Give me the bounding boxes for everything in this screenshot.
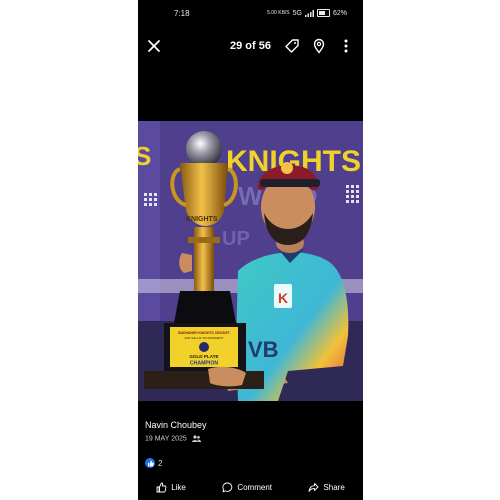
battery-icon (316, 9, 330, 17)
trophy-ball (186, 131, 222, 167)
more-options-button[interactable] (340, 38, 352, 54)
tag-button[interactable] (284, 38, 300, 54)
like-label: Like (171, 482, 186, 492)
trophy-plinth (144, 371, 264, 389)
tag-icon (285, 39, 299, 53)
share-button[interactable]: Share (308, 478, 345, 496)
cap-logo (281, 162, 293, 174)
comment-icon (222, 482, 233, 492)
thumbs-up-icon (156, 482, 167, 492)
like-count: 2 (158, 458, 163, 468)
jersey-badge-mark: K (278, 290, 288, 306)
post-actions: Like Comment Share (138, 478, 363, 496)
plate-line-2: 2ND SALLIS TOURNAMENT (185, 336, 224, 340)
location-pin-icon (313, 38, 325, 54)
player-hand-top (179, 253, 192, 273)
cap-brim (260, 179, 320, 187)
like-button[interactable]: Like (156, 478, 186, 496)
banner-left-text: S (138, 141, 151, 171)
trophy-base-top (174, 291, 236, 323)
author-name[interactable]: Navin Choubey (145, 420, 207, 430)
status-icons: 5.00 KB/S 5G 62% (267, 9, 347, 17)
signal-icon (304, 9, 314, 17)
share-icon (308, 482, 319, 492)
jersey-logo-text: VB (248, 337, 279, 362)
banner-faded-text: UP (222, 228, 250, 250)
location-button[interactable] (311, 38, 327, 54)
post-date-text: 19 MAY 2025 (145, 435, 187, 443)
plate-line-1: BUDHANEH KNIGHTS CRICKET (178, 331, 231, 335)
post-date: 19 MAY 2025 (145, 435, 207, 442)
battery-level: 62% (332, 9, 347, 17)
close-button[interactable] (146, 38, 162, 54)
comment-label: Comment (237, 482, 272, 492)
like-reaction-icon (145, 458, 155, 468)
trophy-stem (194, 227, 214, 291)
close-icon (148, 40, 160, 52)
more-vertical-icon (344, 39, 348, 53)
plate-emblem (199, 342, 209, 352)
viewer-toolbar: 29 of 56 (138, 32, 363, 62)
trophy-stem-ring (188, 237, 220, 243)
friends-audience-icon (191, 435, 201, 442)
status-time: 7:18 (174, 9, 190, 18)
photo-counter: 29 of 56 (230, 40, 271, 52)
network-speed: 5.00 KB/S (267, 9, 290, 16)
share-label: Share (323, 482, 345, 492)
photo-viewer: 7:18 5.00 KB/S 5G 62% 29 of 56 S KNIGHTS… (138, 0, 363, 500)
status-bar: 7:18 5.00 KB/S 5G 62% (138, 0, 363, 28)
trophy-engraving: KNIGHTS (186, 216, 218, 223)
plate-line-3: GOLD PLATE (189, 354, 218, 359)
trophy-photo[interactable]: S KNIGHTS WARD UP VB K KNIGHTS (138, 121, 363, 401)
signal-label: 5G (292, 9, 302, 17)
plate-line-4: CHAMPION (190, 361, 218, 367)
post-caption: Navin Choubey 19 MAY 2025 (145, 420, 207, 442)
reaction-summary[interactable]: 2 (145, 458, 162, 468)
comment-button[interactable]: Comment (222, 478, 272, 496)
